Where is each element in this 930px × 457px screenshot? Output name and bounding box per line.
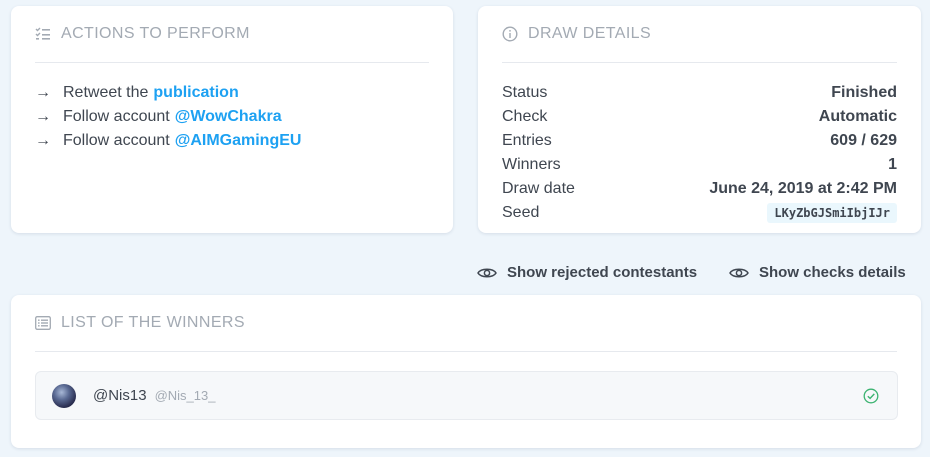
winners-title: LIST OF THE WINNERS <box>61 314 245 331</box>
detail-value: June 24, 2019 at 2:42 PM <box>709 180 897 197</box>
detail-row-winners: Winners 1 <box>502 153 897 177</box>
actions-title: ACTIONS TO PERFORM <box>61 25 250 42</box>
draw-details-card: DRAW DETAILS Status Finished Check Autom… <box>478 6 921 233</box>
show-rejected-button[interactable]: Show rejected contestants <box>477 264 697 281</box>
checklist-icon <box>35 27 50 40</box>
winner-name: @Nis13 <box>93 387 147 404</box>
detail-value: Finished <box>831 84 897 101</box>
action-item-retweet: → Retweet the publication <box>35 81 429 105</box>
show-checks-button[interactable]: Show checks details <box>729 264 906 281</box>
detail-value: 1 <box>888 156 897 173</box>
details-header: DRAW DETAILS <box>502 6 897 63</box>
winner-handle: @Nis_13_ <box>154 388 216 403</box>
show-checks-label: Show checks details <box>759 264 906 281</box>
seed-code: LKyZbGJSmiIbjIJr <box>767 203 897 223</box>
action-text: Follow account <box>63 132 170 149</box>
winners-header: LIST OF THE WINNERS <box>35 295 897 352</box>
winner-row[interactable]: @Nis13 @Nis_13_ <box>35 371 898 420</box>
eye-icon <box>477 268 497 277</box>
detail-label: Check <box>502 108 548 125</box>
arrow-right-icon: → <box>35 132 51 149</box>
action-item-follow-aimgaming: → Follow account @AIMGamingEU <box>35 129 429 153</box>
action-text: Follow account <box>63 108 170 125</box>
eye-icon <box>729 268 749 277</box>
detail-row-check: Check Automatic <box>502 105 897 129</box>
aimgamingeu-link[interactable]: @AIMGamingEU <box>175 129 302 153</box>
wowchakra-link[interactable]: @WowChakra <box>175 105 282 129</box>
action-item-follow-wowchakra: → Follow account @WowChakra <box>35 105 429 129</box>
detail-label: Seed <box>502 204 540 221</box>
list-icon <box>35 316 51 330</box>
detail-value: 609 / 629 <box>830 132 897 149</box>
check-circle-icon <box>863 388 879 403</box>
action-text: Retweet the <box>63 84 149 101</box>
detail-row-entries: Entries 609 / 629 <box>502 129 897 153</box>
arrow-right-icon: → <box>35 84 51 101</box>
detail-row-seed: Seed LKyZbGJSmiIbjIJr <box>502 201 897 225</box>
detail-label: Status <box>502 84 548 101</box>
avatar <box>52 383 76 408</box>
detail-row-draw-date: Draw date June 24, 2019 at 2:42 PM <box>502 177 897 201</box>
detail-label: Winners <box>502 156 561 173</box>
actions-card: ACTIONS TO PERFORM → Retweet the publica… <box>11 6 453 233</box>
detail-value: Automatic <box>818 108 897 125</box>
arrow-right-icon: → <box>35 108 51 125</box>
details-rows: Status Finished Check Automatic Entries … <box>502 81 897 225</box>
actions-header: ACTIONS TO PERFORM <box>35 6 429 63</box>
publication-link[interactable]: publication <box>153 81 238 105</box>
detail-row-status: Status Finished <box>502 81 897 105</box>
winners-card: LIST OF THE WINNERS @Nis13 @Nis_13_ <box>11 295 921 448</box>
detail-label: Entries <box>502 132 552 149</box>
detail-label: Draw date <box>502 180 575 197</box>
details-title: DRAW DETAILS <box>528 25 652 42</box>
info-icon <box>502 26 518 42</box>
show-rejected-label: Show rejected contestants <box>507 264 698 281</box>
actions-list: → Retweet the publication → Follow accou… <box>11 81 453 153</box>
